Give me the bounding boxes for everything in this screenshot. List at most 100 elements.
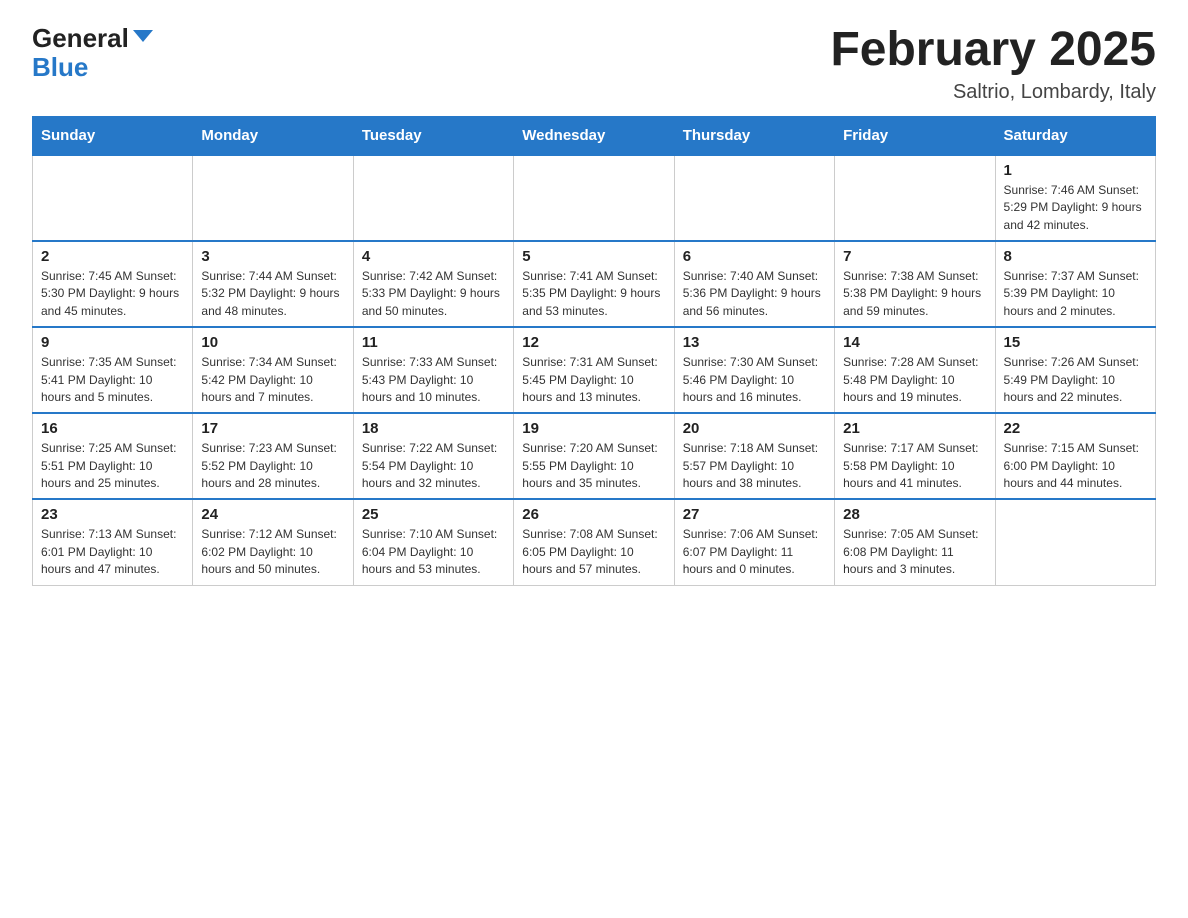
calendar-cell: 20 Sunrise: 7:18 AM Sunset: 5:57 PM Dayli…: [674, 413, 834, 499]
day-info: Sunrise: 7:41 AM Sunset: 5:35 PM Dayligh…: [522, 268, 665, 320]
calendar-cell: 27 Sunrise: 7:06 AM Sunset: 6:07 PM Dayli…: [674, 499, 834, 585]
day-info: Sunrise: 7:46 AM Sunset: 5:29 PM Dayligh…: [1004, 182, 1147, 234]
day-info: Sunrise: 7:33 AM Sunset: 5:43 PM Dayligh…: [362, 354, 505, 406]
calendar-cell: 7Sunrise: 7:38 AM Sunset: 5:38 PM Daylig…: [835, 241, 995, 327]
day-number: 19: [522, 420, 665, 437]
calendar-header-row: SundayMondayTuesdayWednesdayThursdayFrid…: [33, 116, 1156, 155]
day-of-week-header: Wednesday: [514, 116, 674, 155]
calendar-week-row: 1 Sunrise: 7:46 AM Sunset: 5:29 PM Daylig…: [33, 155, 1156, 241]
calendar-week-row: 9 Sunrise: 7:35 AM Sunset: 5:41 PM Daylig…: [33, 327, 1156, 413]
day-info: Sunrise: 7:13 AM Sunset: 6:01 PM Dayligh…: [41, 526, 184, 578]
day-info: Sunrise: 7:05 AM Sunset: 6:08 PM Dayligh…: [843, 526, 986, 578]
day-of-week-header: Saturday: [995, 116, 1155, 155]
day-number: 25: [362, 506, 505, 523]
calendar-cell: 1 Sunrise: 7:46 AM Sunset: 5:29 PM Daylig…: [995, 155, 1155, 241]
day-info: Sunrise: 7:37 AM Sunset: 5:39 PM Dayligh…: [1004, 268, 1147, 320]
day-of-week-header: Monday: [193, 116, 353, 155]
calendar-cell: [193, 155, 353, 241]
page-header: General Blue February 2025 Saltrio, Lomb…: [32, 24, 1156, 104]
day-info: Sunrise: 7:23 AM Sunset: 5:52 PM Dayligh…: [201, 440, 344, 492]
day-info: Sunrise: 7:35 AM Sunset: 5:41 PM Dayligh…: [41, 354, 184, 406]
calendar-cell: [514, 155, 674, 241]
day-info: Sunrise: 7:26 AM Sunset: 5:49 PM Dayligh…: [1004, 354, 1147, 406]
day-info: Sunrise: 7:28 AM Sunset: 5:48 PM Dayligh…: [843, 354, 986, 406]
day-of-week-header: Thursday: [674, 116, 834, 155]
day-number: 23: [41, 506, 184, 523]
day-number: 1: [1004, 162, 1147, 179]
month-title: February 2025: [830, 24, 1156, 77]
day-info: Sunrise: 7:20 AM Sunset: 5:55 PM Dayligh…: [522, 440, 665, 492]
day-number: 27: [683, 506, 826, 523]
calendar-cell: 21Sunrise: 7:17 AM Sunset: 5:58 PM Dayli…: [835, 413, 995, 499]
calendar-week-row: 23 Sunrise: 7:13 AM Sunset: 6:01 PM Dayli…: [33, 499, 1156, 585]
day-info: Sunrise: 7:15 AM Sunset: 6:00 PM Dayligh…: [1004, 440, 1147, 492]
calendar-cell: 24 Sunrise: 7:12 AM Sunset: 6:02 PM Dayli…: [193, 499, 353, 585]
calendar-cell: 19 Sunrise: 7:20 AM Sunset: 5:55 PM Dayli…: [514, 413, 674, 499]
calendar-cell: 16Sunrise: 7:25 AM Sunset: 5:51 PM Dayli…: [33, 413, 193, 499]
calendar-cell: [835, 155, 995, 241]
title-area: February 2025 Saltrio, Lombardy, Italy: [830, 24, 1156, 104]
day-number: 3: [201, 248, 344, 265]
calendar-cell: 25 Sunrise: 7:10 AM Sunset: 6:04 PM Dayli…: [353, 499, 513, 585]
day-info: Sunrise: 7:38 AM Sunset: 5:38 PM Dayligh…: [843, 268, 986, 320]
calendar-cell: [33, 155, 193, 241]
day-info: Sunrise: 7:44 AM Sunset: 5:32 PM Dayligh…: [201, 268, 344, 320]
day-info: Sunrise: 7:12 AM Sunset: 6:02 PM Dayligh…: [201, 526, 344, 578]
calendar-cell: 5 Sunrise: 7:41 AM Sunset: 5:35 PM Daylig…: [514, 241, 674, 327]
day-number: 9: [41, 334, 184, 351]
day-info: Sunrise: 7:40 AM Sunset: 5:36 PM Dayligh…: [683, 268, 826, 320]
day-info: Sunrise: 7:45 AM Sunset: 5:30 PM Dayligh…: [41, 268, 184, 320]
calendar-week-row: 2 Sunrise: 7:45 AM Sunset: 5:30 PM Daylig…: [33, 241, 1156, 327]
calendar-cell: 4 Sunrise: 7:42 AM Sunset: 5:33 PM Daylig…: [353, 241, 513, 327]
day-number: 13: [683, 334, 826, 351]
day-number: 26: [522, 506, 665, 523]
day-number: 18: [362, 420, 505, 437]
day-number: 10: [201, 334, 344, 351]
day-info: Sunrise: 7:10 AM Sunset: 6:04 PM Dayligh…: [362, 526, 505, 578]
calendar-cell: [353, 155, 513, 241]
day-number: 5: [522, 248, 665, 265]
day-info: Sunrise: 7:17 AM Sunset: 5:58 PM Dayligh…: [843, 440, 986, 492]
calendar-cell: 6 Sunrise: 7:40 AM Sunset: 5:36 PM Daylig…: [674, 241, 834, 327]
calendar-cell: 26 Sunrise: 7:08 AM Sunset: 6:05 PM Dayli…: [514, 499, 674, 585]
calendar-cell: 12Sunrise: 7:31 AM Sunset: 5:45 PM Dayli…: [514, 327, 674, 413]
calendar-cell: 17 Sunrise: 7:23 AM Sunset: 5:52 PM Dayli…: [193, 413, 353, 499]
day-info: Sunrise: 7:08 AM Sunset: 6:05 PM Dayligh…: [522, 526, 665, 578]
day-of-week-header: Friday: [835, 116, 995, 155]
calendar-cell: 13 Sunrise: 7:30 AM Sunset: 5:46 PM Dayli…: [674, 327, 834, 413]
logo-general-text: General: [32, 24, 129, 53]
day-info: Sunrise: 7:18 AM Sunset: 5:57 PM Dayligh…: [683, 440, 826, 492]
day-info: Sunrise: 7:34 AM Sunset: 5:42 PM Dayligh…: [201, 354, 344, 406]
day-number: 22: [1004, 420, 1147, 437]
calendar-cell: 22 Sunrise: 7:15 AM Sunset: 6:00 PM Dayli…: [995, 413, 1155, 499]
day-number: 20: [683, 420, 826, 437]
day-number: 14: [843, 334, 986, 351]
calendar-cell: 2 Sunrise: 7:45 AM Sunset: 5:30 PM Daylig…: [33, 241, 193, 327]
day-info: Sunrise: 7:42 AM Sunset: 5:33 PM Dayligh…: [362, 268, 505, 320]
day-number: 28: [843, 506, 986, 523]
logo: General Blue: [32, 24, 153, 81]
calendar-week-row: 16Sunrise: 7:25 AM Sunset: 5:51 PM Dayli…: [33, 413, 1156, 499]
day-info: Sunrise: 7:06 AM Sunset: 6:07 PM Dayligh…: [683, 526, 826, 578]
calendar-cell: 10 Sunrise: 7:34 AM Sunset: 5:42 PM Dayli…: [193, 327, 353, 413]
day-number: 11: [362, 334, 505, 351]
day-number: 2: [41, 248, 184, 265]
location-subtitle: Saltrio, Lombardy, Italy: [830, 81, 1156, 104]
calendar-cell: 14 Sunrise: 7:28 AM Sunset: 5:48 PM Dayli…: [835, 327, 995, 413]
day-of-week-header: Sunday: [33, 116, 193, 155]
day-number: 17: [201, 420, 344, 437]
day-number: 6: [683, 248, 826, 265]
day-number: 12: [522, 334, 665, 351]
day-info: Sunrise: 7:30 AM Sunset: 5:46 PM Dayligh…: [683, 354, 826, 406]
calendar-cell: 15Sunrise: 7:26 AM Sunset: 5:49 PM Dayli…: [995, 327, 1155, 413]
day-info: Sunrise: 7:25 AM Sunset: 5:51 PM Dayligh…: [41, 440, 184, 492]
logo-blue-text: Blue: [32, 53, 88, 82]
calendar-cell: 8Sunrise: 7:37 AM Sunset: 5:39 PM Daylig…: [995, 241, 1155, 327]
day-number: 24: [201, 506, 344, 523]
day-number: 4: [362, 248, 505, 265]
calendar-cell: [995, 499, 1155, 585]
calendar-cell: 23 Sunrise: 7:13 AM Sunset: 6:01 PM Dayli…: [33, 499, 193, 585]
calendar-table: SundayMondayTuesdayWednesdayThursdayFrid…: [32, 116, 1156, 586]
calendar-cell: 18Sunrise: 7:22 AM Sunset: 5:54 PM Dayli…: [353, 413, 513, 499]
calendar-cell: 28 Sunrise: 7:05 AM Sunset: 6:08 PM Dayli…: [835, 499, 995, 585]
